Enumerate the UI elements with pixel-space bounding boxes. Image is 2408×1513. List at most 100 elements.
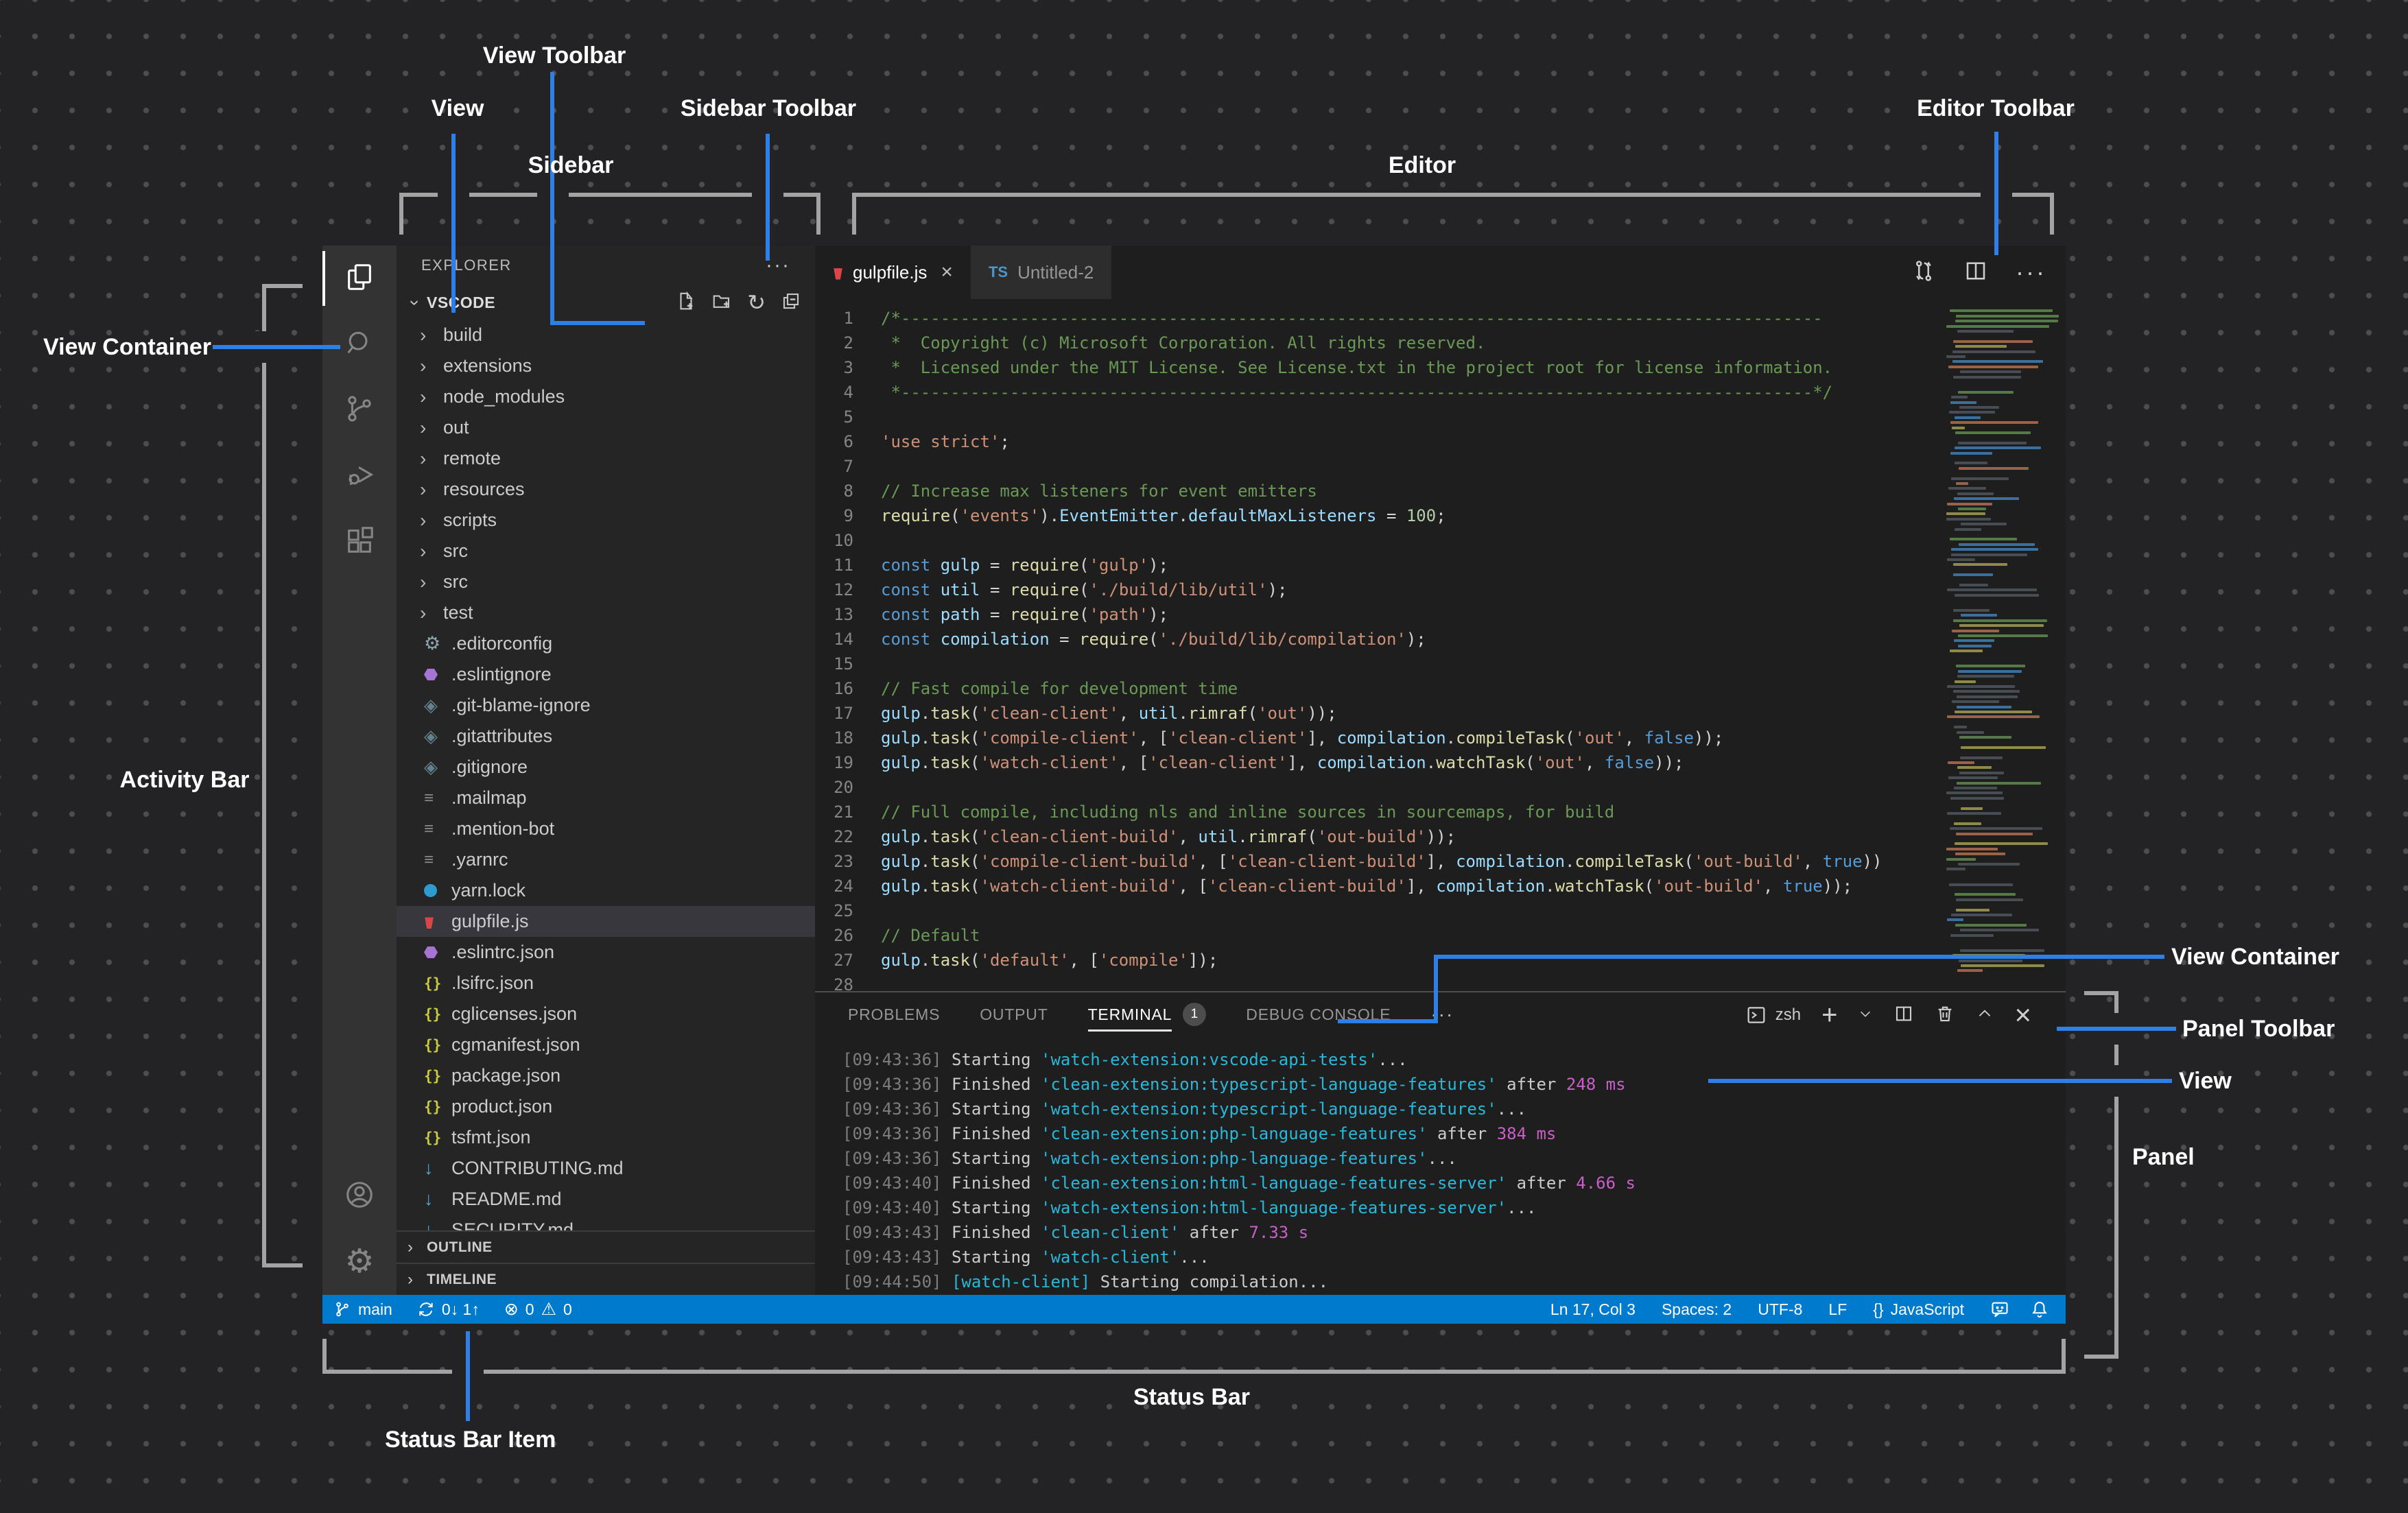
status-sync[interactable]: 0↓ 1↑ bbox=[417, 1300, 480, 1319]
explorer-tree[interactable]: › build › extensions › node_modules › out › remot… bbox=[397, 320, 815, 1230]
code-line-23: 23 gulp. task('compile-client-build', ['cl… bbox=[815, 849, 2066, 874]
annotation-status-bar: Status Bar bbox=[1133, 1384, 1251, 1410]
tree-folder-src[interactable]: › src bbox=[397, 567, 815, 597]
activity-item-explorer[interactable] bbox=[322, 246, 397, 311]
status-indentation[interactable]: Spaces: 2 bbox=[1662, 1300, 1732, 1319]
status-encoding[interactable]: UTF-8 bbox=[1758, 1300, 1802, 1319]
sidebar-section-timeline[interactable]: › TIMELINE bbox=[397, 1263, 815, 1295]
annotation-editor-toolbar: Editor Toolbar bbox=[1917, 95, 2075, 121]
activity-item-extensions[interactable] bbox=[322, 509, 397, 575]
collapse-all-icon[interactable] bbox=[781, 291, 801, 315]
tab-gulpfile[interactable]: gulpfile.js × bbox=[815, 246, 971, 299]
tree-file-.mailmap[interactable]: ≡ .mailmap bbox=[397, 783, 815, 813]
split-terminal-icon[interactable] bbox=[1893, 1003, 1914, 1027]
tree-file-.lsifrc.json[interactable]: {} .lsifrc.json bbox=[397, 968, 815, 999]
view-container-right-line-drop bbox=[1434, 955, 1438, 1023]
panel-tab-problems[interactable]: PROBLEMS bbox=[848, 992, 940, 1036]
activity-item-search[interactable] bbox=[322, 311, 397, 377]
open-changes-icon[interactable] bbox=[1911, 259, 1936, 287]
sidebar-section-outline[interactable]: › OUTLINE bbox=[397, 1230, 815, 1263]
tree-file-tsfmt.json[interactable]: {} tsfmt.json bbox=[397, 1122, 815, 1153]
activity-item-source-control[interactable] bbox=[322, 377, 397, 443]
tree-file-package.json[interactable]: {} package.json bbox=[397, 1060, 815, 1091]
panel-tab-output[interactable]: OUTPUT bbox=[980, 992, 1048, 1036]
tree-file-.eslintrc.json[interactable]: .eslintrc.json bbox=[397, 937, 815, 968]
file-name: scripts bbox=[443, 510, 497, 530]
kill-terminal-icon[interactable] bbox=[1935, 1003, 1955, 1027]
tab-untitled[interactable]: TS Untitled-2 bbox=[970, 246, 1112, 299]
close-icon[interactable]: × bbox=[941, 261, 953, 284]
split-editor-icon[interactable] bbox=[1963, 259, 1988, 287]
tree-folder-src[interactable]: › src bbox=[397, 536, 815, 567]
view-line bbox=[451, 134, 456, 313]
eslint-icon bbox=[424, 669, 438, 680]
code-line-13: 13 const path = require('path'); bbox=[815, 602, 2066, 627]
tree-folder-node_modules[interactable]: › node_modules bbox=[397, 381, 815, 412]
line-number: 3 bbox=[843, 358, 853, 377]
minimap[interactable] bbox=[1944, 305, 2060, 982]
status-feedback[interactable] bbox=[1990, 1300, 2009, 1319]
tree-file-README.md[interactable]: ↓ README.md bbox=[397, 1184, 815, 1215]
tree-file-.gitattributes[interactable]: ◈ .gitattributes bbox=[397, 721, 815, 752]
panel: PROBLEMS OUTPUT TERMINAL 1 DEBUG CONSOLE ··· … bbox=[815, 991, 2066, 1295]
status-cursor-position[interactable]: Ln 17, Col 3 bbox=[1550, 1300, 1636, 1319]
status-branch[interactable]: main bbox=[333, 1300, 392, 1319]
activity-item-account[interactable] bbox=[322, 1163, 397, 1229]
panel-tab-debug-console[interactable]: DEBUG CONSOLE bbox=[1246, 992, 1391, 1036]
tree-file-cglicenses.json[interactable]: {} cglicenses.json bbox=[397, 999, 815, 1029]
refresh-icon[interactable]: ↻ bbox=[747, 291, 766, 313]
explorer-section-header[interactable]: › VSCODE ↻ bbox=[397, 285, 815, 320]
status-language[interactable]: {} JavaScript bbox=[1873, 1300, 1964, 1319]
terminal-output[interactable]: [09:43:36] Starting 'watch-extension:vsc… bbox=[815, 1036, 2066, 1295]
activity-item-run-debug[interactable] bbox=[322, 443, 397, 509]
tree-file-.yarnrc[interactable]: ≡ .yarnrc bbox=[397, 844, 815, 875]
json-file-icon: {} bbox=[424, 1129, 442, 1146]
code-line-3: 3 * Licensed under the MIT License. See … bbox=[815, 355, 2066, 380]
line-number: 9 bbox=[843, 506, 853, 525]
code-line-20: 20 bbox=[815, 775, 2066, 800]
tree-file-.git-blame-ignore[interactable]: ◈ .git-blame-ignore bbox=[397, 690, 815, 721]
line-number: 2 bbox=[843, 333, 853, 353]
new-folder-icon[interactable] bbox=[711, 291, 732, 315]
tree-folder-out[interactable]: › out bbox=[397, 412, 815, 443]
terminal-shell-picker[interactable]: zsh bbox=[1745, 1004, 1801, 1026]
tree-file-.editorconfig[interactable]: ⚙ .editorconfig bbox=[397, 628, 815, 659]
file-name: yarn.lock bbox=[451, 880, 526, 901]
annotation-panel-toolbar: Panel Toolbar bbox=[2182, 1016, 2335, 1042]
sidebar-more-actions-icon[interactable]: ··· bbox=[766, 255, 790, 276]
debug-icon bbox=[344, 459, 375, 494]
tree-folder-resources[interactable]: › resources bbox=[397, 474, 815, 505]
status-problems[interactable]: ⊗ 0 ⚠ 0 bbox=[504, 1299, 572, 1320]
tree-file-CONTRIBUTING.md[interactable]: ↓ CONTRIBUTING.md bbox=[397, 1153, 815, 1184]
tree-folder-test[interactable]: › test bbox=[397, 597, 815, 628]
annotation-sidebar: Sidebar bbox=[528, 152, 614, 178]
tree-folder-scripts[interactable]: › scripts bbox=[397, 505, 815, 536]
code-editor[interactable]: 1/*-------------------------------------… bbox=[815, 299, 2066, 991]
status-eol[interactable]: LF bbox=[1828, 1300, 1847, 1319]
status-bar: main 0↓ 1↑ ⊗ 0 ⚠ 0 Ln 17, Col 3 Spaces: … bbox=[322, 1295, 2066, 1324]
tree-file-.eslintignore[interactable]: .eslintignore bbox=[397, 659, 815, 690]
more-actions-icon[interactable]: ··· bbox=[2016, 259, 2046, 285]
tree-file-.mention-bot[interactable]: ≡ .mention-bot bbox=[397, 813, 815, 844]
tree-folder-extensions[interactable]: › extensions bbox=[397, 350, 815, 381]
file-name: .mention-bot bbox=[451, 818, 555, 839]
tree-file-gulpfile.js[interactable]: gulpfile.js bbox=[397, 906, 815, 937]
activity-item-settings[interactable]: ⚙ bbox=[322, 1229, 397, 1295]
terminal-line: [09:43:36] Starting 'watch-extension:php… bbox=[842, 1149, 1457, 1168]
maximize-panel-icon[interactable] bbox=[1976, 1005, 1994, 1026]
panel-tab-terminal[interactable]: TERMINAL 1 bbox=[1087, 992, 1207, 1036]
tree-file-SECURITY.md[interactable]: ↓ SECURITY.md bbox=[397, 1215, 815, 1230]
gear-icon: ⚙ bbox=[344, 1243, 375, 1280]
status-notifications[interactable] bbox=[2030, 1300, 2049, 1319]
tree-file-product.json[interactable]: {} product.json bbox=[397, 1091, 815, 1122]
file-name: cgmanifest.json bbox=[451, 1034, 580, 1055]
new-file-icon[interactable] bbox=[676, 291, 696, 315]
tree-folder-remote[interactable]: › remote bbox=[397, 443, 815, 474]
close-panel-icon[interactable]: × bbox=[2014, 999, 2031, 1032]
tree-file-cgmanifest.json[interactable]: {} cgmanifest.json bbox=[397, 1029, 815, 1060]
line-number: 26 bbox=[834, 926, 853, 945]
new-terminal-icon[interactable]: + bbox=[1821, 1000, 1837, 1031]
tree-file-yarn.lock[interactable]: yarn.lock bbox=[397, 875, 815, 906]
tree-file-.gitignore[interactable]: ◈ .gitignore bbox=[397, 752, 815, 783]
terminal-dropdown-icon[interactable] bbox=[1858, 1006, 1873, 1025]
